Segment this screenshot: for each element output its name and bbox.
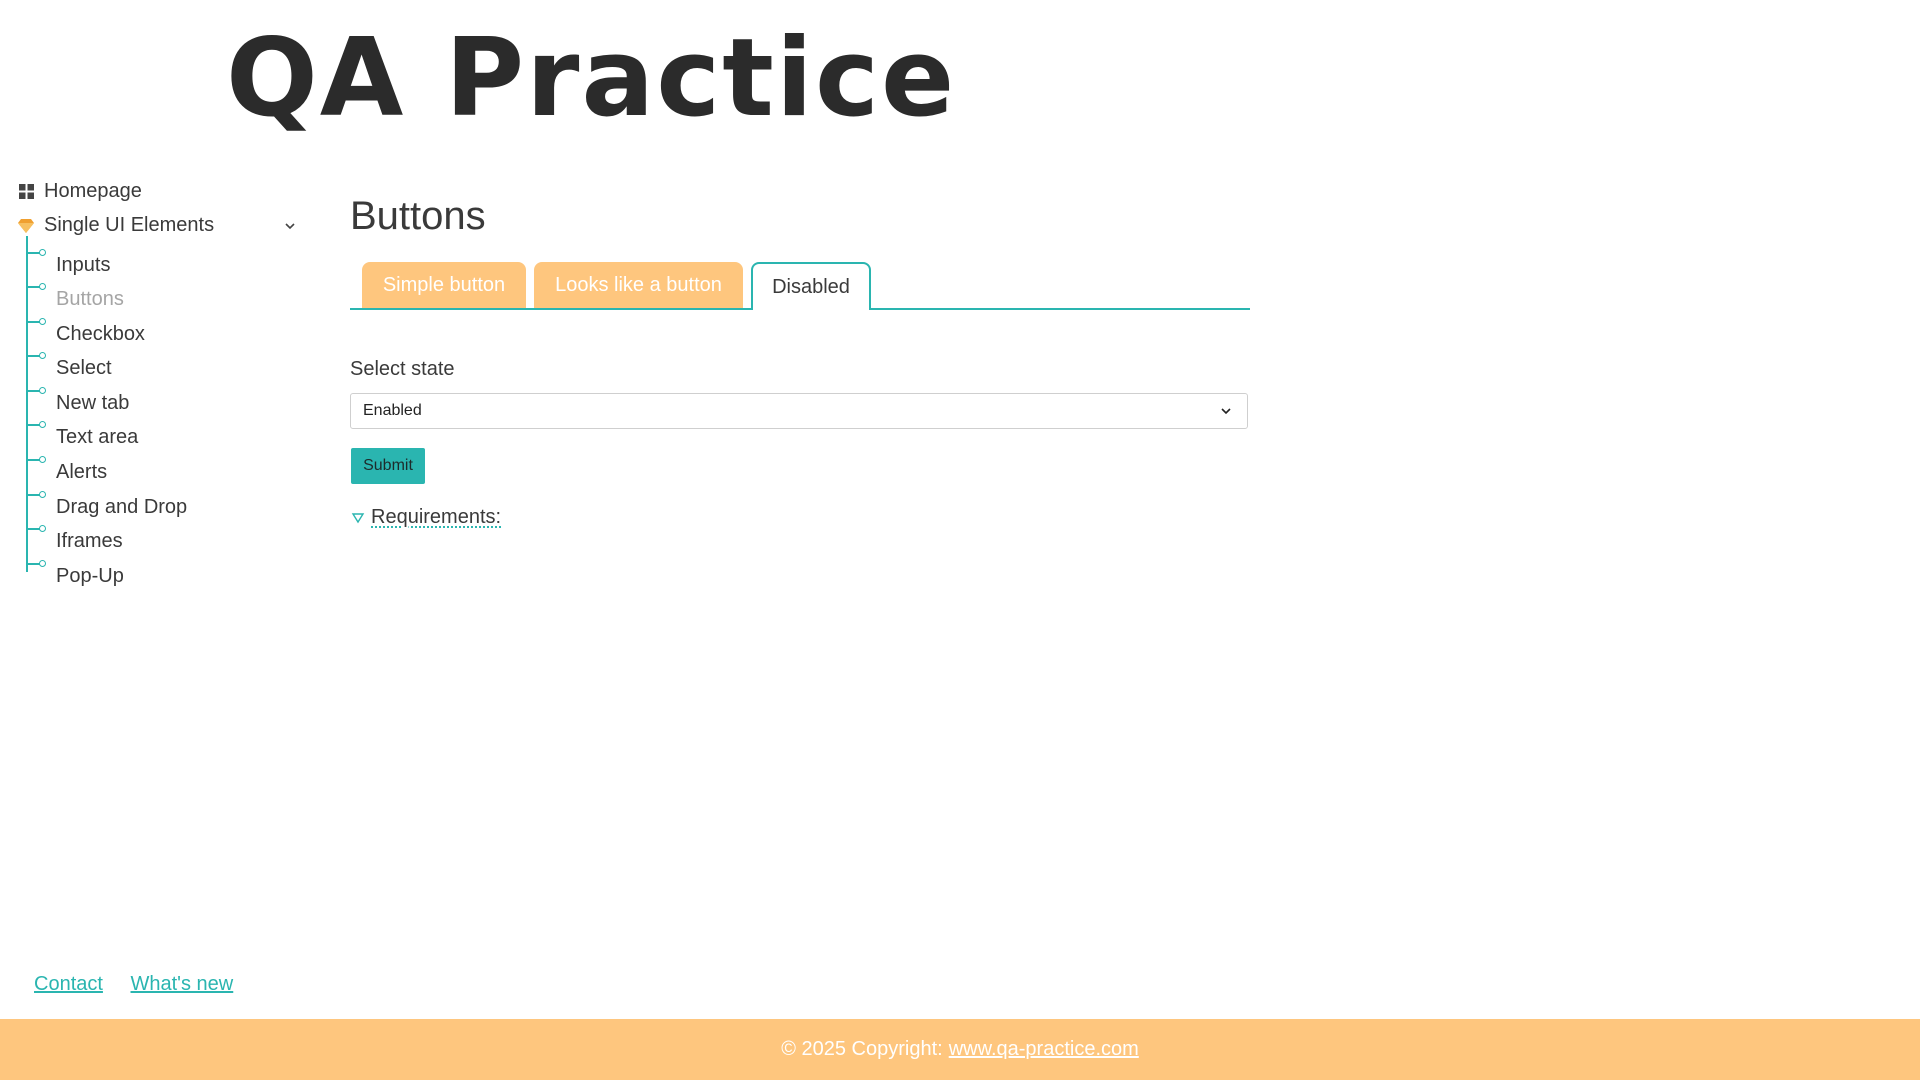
diamond-icon [18, 218, 34, 234]
sidebar-homepage[interactable]: Homepage [18, 180, 142, 203]
sidebar-item-iframes[interactable]: Iframes [26, 524, 123, 558]
triangle-down-icon [351, 512, 365, 523]
requirements-toggle[interactable]: Requirements: [351, 506, 501, 529]
select-state-label: Select state [350, 358, 455, 380]
state-select[interactable]: Enabled [350, 393, 1248, 429]
sidebar-item-alerts[interactable]: Alerts [26, 455, 107, 489]
footer-bar: © 2025 Copyright: www.qa-practice.com [0, 1019, 1920, 1080]
sidebar-item-buttons[interactable]: Buttons [26, 282, 124, 316]
sidebar-item-text-area[interactable]: Text area [26, 420, 138, 454]
grid-icon [18, 184, 34, 200]
tab-disabled[interactable]: Disabled [751, 262, 871, 310]
tab-simple-button[interactable]: Simple button [362, 262, 526, 308]
sidebar-item-checkbox[interactable]: Checkbox [26, 317, 145, 351]
sidebar-item-select[interactable]: Select [26, 351, 112, 385]
copyright-text: © 2025 Copyright: [781, 1038, 943, 1060]
sidebar-homepage-label: Homepage [44, 180, 142, 202]
sidebar-section-label: Single UI Elements [44, 214, 215, 236]
submit-button[interactable]: Submit [351, 448, 425, 484]
site-link[interactable]: www.qa-practice.com [949, 1038, 1139, 1061]
state-select-value: Enabled [363, 402, 422, 419]
tab-bar: Simple button Looks like a button Disabl… [350, 262, 1250, 310]
sidebar-item-inputs[interactable]: Inputs [26, 248, 110, 282]
page-title: Buttons [350, 194, 486, 238]
footer-links: Contact What's new [34, 973, 255, 996]
tab-looks-like-a-button[interactable]: Looks like a button [534, 262, 743, 308]
sidebar-item-pop-up[interactable]: Pop-Up [26, 559, 124, 593]
site-logo[interactable]: QA Practice [226, 14, 956, 144]
chevron-down-icon[interactable] [282, 218, 298, 234]
whats-new-link[interactable]: What's new [131, 973, 234, 995]
contact-link[interactable]: Contact [34, 973, 103, 995]
chevron-down-icon [1221, 408, 1231, 415]
sidebar-item-drag-and-drop[interactable]: Drag and Drop [26, 490, 187, 524]
sidebar-single-ui-elements[interactable]: Single UI Elements [18, 214, 214, 237]
sidebar-item-new-tab[interactable]: New tab [26, 386, 129, 420]
requirements-label: Requirements: [371, 506, 502, 528]
